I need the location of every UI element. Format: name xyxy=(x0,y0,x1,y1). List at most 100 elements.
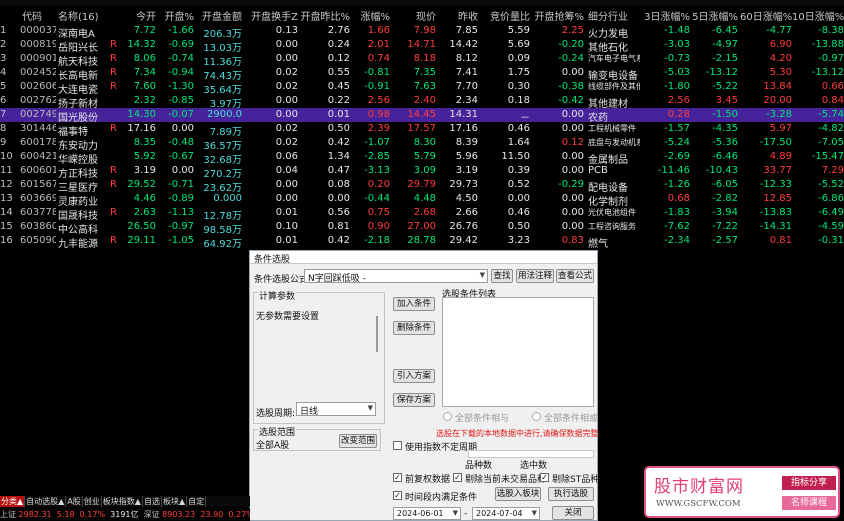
bottom-tab[interactable]: 自选 xyxy=(143,496,162,507)
cell-open-pct: -0.89 xyxy=(168,193,194,204)
cell-idx: 5 xyxy=(0,81,7,92)
table-row[interactable]: 16 605090 九丰能源 R 29.11 -1.05 64.92万 0.01 0.42 -2.… xyxy=(0,234,844,250)
table-row[interactable]: 7 002749 国光股份 14.30 -0.07 2900.0 0.00 0.01 0.98 1… xyxy=(0,108,844,124)
bottom-tab[interactable]: 分类▲ xyxy=(0,496,26,507)
col-prev-close[interactable]: 昨收 xyxy=(442,8,478,23)
col-vol-ratio[interactable]: 竞价量比 xyxy=(480,8,530,23)
save-plan-button[interactable]: 保存方案 xyxy=(393,393,435,407)
bottom-tab[interactable]: 板块指数▲ xyxy=(102,496,143,507)
delete-condition-button[interactable]: 删除条件 xyxy=(393,321,435,335)
cell-vol-ratio: 0.18 xyxy=(507,95,530,106)
table-row[interactable]: 3 000901 航天科技 R 8.06 -0.74 11.36万 0.00 0.12 0.74 8… xyxy=(0,52,844,68)
cell-chg: 2.39 xyxy=(367,123,390,134)
cell-d60: 33.77 xyxy=(763,165,792,176)
add-condition-button[interactable]: 加入条件 xyxy=(393,297,435,311)
cell-prev-ratio: 0.12 xyxy=(327,53,350,64)
col-open-pct[interactable]: 开盘% xyxy=(158,8,194,23)
bottom-tab[interactable]: A股 xyxy=(66,496,83,507)
import-plan-button[interactable]: 引入方案 xyxy=(393,369,435,383)
cell-code: 000819 xyxy=(20,39,56,50)
radio-all-and[interactable] xyxy=(443,412,452,421)
formula-select[interactable]: N字回踩低吸 - ▼ xyxy=(304,269,488,284)
cell-prev-ratio: 0.42 xyxy=(327,137,350,148)
col-change[interactable]: 涨幅% xyxy=(352,8,390,23)
cell-open: 14.30 xyxy=(127,109,156,120)
sz-index-pct: 0.27% xyxy=(228,510,250,519)
col-price[interactable]: 现价 xyxy=(400,8,436,23)
table-row[interactable]: 13 603669 灵康药业 4.46 -0.89 0.000 0.00 0.00 -0.44 4… xyxy=(0,192,844,208)
cell-prev-ratio: 2.76 xyxy=(327,25,350,36)
col-10d[interactable]: 10日涨幅% xyxy=(792,8,844,23)
table-row[interactable]: 12 601567 三星医疗 R 29.52 -0.71 23.62万 0.00 0.08 0.2… xyxy=(0,178,844,194)
table-row[interactable]: 2 000819 岳阳兴长 R 14.32 -0.69 13.03万 0.00 0.24 2.01… xyxy=(0,38,844,54)
remove-untraded-checkbox[interactable]: ✓ xyxy=(453,473,462,482)
col-name[interactable]: 名称(16) xyxy=(58,8,106,23)
col-code[interactable]: 代码 xyxy=(22,8,62,23)
count-label: 品种数 xyxy=(465,461,493,471)
cell-d10: -7.05 xyxy=(818,137,844,148)
execute-select-button[interactable]: 执行选股 xyxy=(548,487,594,501)
col-open-turnover[interactable]: 开盘换手Z xyxy=(244,8,298,23)
cell-price: 7.98 xyxy=(413,25,436,36)
bottom-tab[interactable]: 自动选股▲ xyxy=(25,496,67,507)
condition-list[interactable] xyxy=(442,297,594,407)
radio-all-or[interactable] xyxy=(532,412,541,421)
col-3d[interactable]: 3日涨幅% xyxy=(640,8,690,23)
cell-ind: 工程咨询服务 xyxy=(588,222,636,231)
table-row[interactable]: 9 600178 东安动力 8.35 -0.48 36.57万 0.02 0.42 -1.07 8… xyxy=(0,136,844,152)
cell-open: 8.35 xyxy=(133,137,156,148)
table-row[interactable]: 11 600601 方正科技 R 3.19 0.00 270.2万 0.04 0.47 -3.13… xyxy=(0,164,844,180)
col-open[interactable]: 今开 xyxy=(120,8,156,23)
usage-button[interactable]: 用法注释 xyxy=(516,269,554,283)
table-row[interactable]: 6 002762 扬子新材 2.32 -0.85 3.97万 0.00 0.22 2.56 2.4… xyxy=(0,94,844,110)
find-button[interactable]: 查找 xyxy=(491,269,513,283)
time-range-label: 时间段内满足条件 xyxy=(405,493,478,503)
params-title: 计算参数 xyxy=(258,289,297,302)
cell-grab: 0.83 xyxy=(561,235,584,246)
table-row[interactable]: 8 301446 福事特 R 17.16 0.00 7.89万 0.02 0.50 2.39 17.… xyxy=(0,122,844,138)
cell-mark: R xyxy=(110,81,117,92)
pre-adjust-checkbox[interactable]: ✓ xyxy=(393,473,402,482)
col-industry[interactable]: 细分行业 xyxy=(588,8,636,23)
cell-prev: 8.39 xyxy=(455,137,478,148)
col-prev-ratio[interactable]: 开盘昨比% xyxy=(298,8,350,23)
cell-vol-ratio: 5.59 xyxy=(507,25,530,36)
col-60d[interactable]: 60日涨幅% xyxy=(740,8,792,23)
watermark-badge-share: 指标分享 xyxy=(782,476,836,490)
params-scrollbar[interactable] xyxy=(376,316,378,352)
cell-mark: R xyxy=(110,39,117,50)
cell-open-pct: -0.74 xyxy=(168,53,194,64)
date-to-input[interactable]: 2024-07-04 ▼ xyxy=(472,507,540,520)
col-open-amt[interactable]: 开盘金额 xyxy=(196,8,242,23)
cell-d3: -5.24 xyxy=(664,137,690,148)
close-button[interactable]: 关闭 xyxy=(552,506,594,520)
view-formula-button[interactable]: 查看公式 xyxy=(556,269,594,283)
cell-grab: -0.29 xyxy=(558,179,584,190)
bottom-tab[interactable]: 自定 xyxy=(187,496,207,507)
col-grab[interactable]: 开盘抢筹% xyxy=(530,8,584,23)
change-range-button[interactable]: 改变范围 xyxy=(339,434,377,448)
cell-chg: -2.85 xyxy=(364,151,390,162)
sh-index-value: 2982.31 xyxy=(18,510,52,519)
select-to-board-button[interactable]: 选股入板块 xyxy=(495,487,541,501)
cell-vol-ratio: 1.64 xyxy=(507,137,530,148)
table-row[interactable]: 5 002606 大连电瓷 R 7.60 -1.30 35.64万 0.02 0.45 -0.91… xyxy=(0,80,844,96)
bottom-tab[interactable]: 创业 xyxy=(83,496,102,507)
cell-vol-ratio: 0.50 xyxy=(507,221,530,232)
cell-chg: 0.75 xyxy=(367,207,390,218)
table-row[interactable]: 1 000037 深南电A 7.72 -1.66 206.3万 0.13 2.76 1.66 7.… xyxy=(0,24,844,40)
period-select[interactable]: 日线 ▼ xyxy=(296,402,376,417)
cell-chg: 0.90 xyxy=(367,221,390,232)
bottom-tab[interactable]: 板块▲ xyxy=(162,496,188,507)
table-row[interactable]: 10 600421 华嵘控股 5.92 -0.67 32.68万 0.06 1.34 -2.85… xyxy=(0,150,844,166)
date-from-input[interactable]: 2024-06-01 ▼ xyxy=(393,507,461,520)
table-row[interactable]: 4 002452 长高电新 R 7.34 -0.94 74.43万 0.02 0.55 -0.81… xyxy=(0,66,844,82)
use-index-period-checkbox[interactable] xyxy=(393,441,402,450)
col-5d[interactable]: 5日涨幅% xyxy=(690,8,738,23)
table-row[interactable]: 15 603860 中公高科 26.50 -0.97 98.58万 0.10 0.81 0.90… xyxy=(0,220,844,236)
table-row[interactable]: 14 603778 国晟科技 R 2.63 -1.13 12.78万 0.01 0.56 0.75… xyxy=(0,206,844,222)
cell-d3: -1.83 xyxy=(664,207,690,218)
cell-d10: -6.49 xyxy=(818,207,844,218)
time-range-checkbox[interactable]: ✓ xyxy=(393,491,402,500)
remove-st-checkbox[interactable]: ✓ xyxy=(540,473,549,482)
